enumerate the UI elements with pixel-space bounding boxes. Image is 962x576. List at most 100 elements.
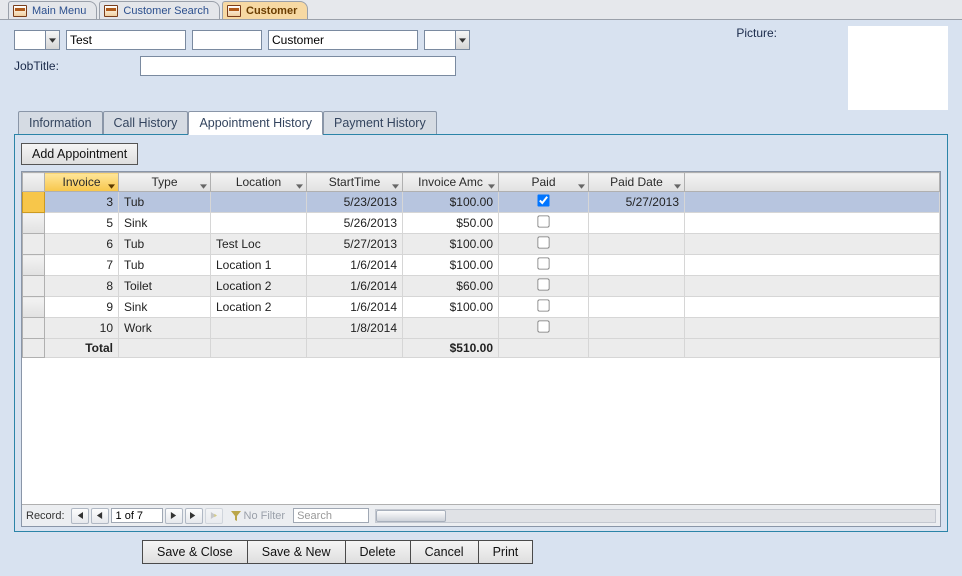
col-invoice-amt[interactable]: Invoice Amc xyxy=(403,173,499,192)
cell-paid[interactable] xyxy=(499,276,589,297)
cell-location[interactable]: Location 1 xyxy=(211,255,307,276)
grid-search-input[interactable] xyxy=(293,508,369,523)
paid-checkbox[interactable] xyxy=(537,299,549,311)
cell-invoice[interactable]: 6 xyxy=(45,234,119,255)
tab-appointment-history[interactable]: Appointment History xyxy=(188,111,323,135)
cell-amount[interactable]: $50.00 xyxy=(403,213,499,234)
paid-checkbox[interactable] xyxy=(537,257,549,269)
cell-invoice[interactable]: 8 xyxy=(45,276,119,297)
row-header[interactable] xyxy=(23,213,45,234)
col-starttime[interactable]: StartTime xyxy=(307,173,403,192)
appointments-grid[interactable]: Invoice Type Location StartTime Invoice … xyxy=(22,172,940,504)
cell-type[interactable]: Toilet xyxy=(119,276,211,297)
cell-location[interactable]: Location 2 xyxy=(211,297,307,318)
cell-paid[interactable] xyxy=(499,192,589,213)
cell-paid[interactable] xyxy=(499,297,589,318)
cell-amount[interactable]: $100.00 xyxy=(403,297,499,318)
suffix-input[interactable] xyxy=(424,30,456,50)
cell-invoice[interactable]: 10 xyxy=(45,318,119,339)
table-row[interactable]: 6TubTest Loc5/27/2013$100.00 xyxy=(23,234,940,255)
table-row[interactable]: 10Work 1/8/2014 xyxy=(23,318,940,339)
title-combo[interactable] xyxy=(14,30,60,50)
doc-tab-customer[interactable]: Customer xyxy=(222,1,308,19)
cell-location[interactable] xyxy=(211,318,307,339)
cell-type[interactable]: Sink xyxy=(119,297,211,318)
cell-type[interactable]: Tub xyxy=(119,192,211,213)
nav-prev-button[interactable] xyxy=(91,508,109,524)
cell-location[interactable]: Test Loc xyxy=(211,234,307,255)
cell-invoice[interactable]: 9 xyxy=(45,297,119,318)
scrollbar-thumb[interactable] xyxy=(376,510,446,522)
col-invoice[interactable]: Invoice xyxy=(45,173,119,192)
row-header[interactable] xyxy=(23,276,45,297)
save-new-button[interactable]: Save & New xyxy=(248,540,346,564)
table-row[interactable]: 7TubLocation 11/6/2014$100.00 xyxy=(23,255,940,276)
table-row[interactable]: 9SinkLocation 21/6/2014$100.00 xyxy=(23,297,940,318)
cell-invoice[interactable]: 3 xyxy=(45,192,119,213)
cell-invoice[interactable]: 7 xyxy=(45,255,119,276)
tab-information[interactable]: Information xyxy=(18,111,103,134)
nav-new-button[interactable] xyxy=(205,508,223,524)
cell-starttime[interactable]: 5/23/2013 xyxy=(307,192,403,213)
table-row[interactable]: 3Tub 5/23/2013$100.00 5/27/2013 xyxy=(23,192,940,213)
cell-location[interactable] xyxy=(211,213,307,234)
doc-tab-main-menu[interactable]: Main Menu xyxy=(8,1,97,19)
cell-location[interactable]: Location 2 xyxy=(211,276,307,297)
nav-last-button[interactable] xyxy=(185,508,203,524)
first-name-input[interactable] xyxy=(66,30,186,50)
cell-starttime[interactable]: 1/6/2014 xyxy=(307,255,403,276)
row-header[interactable] xyxy=(23,192,45,213)
paid-checkbox[interactable] xyxy=(537,215,549,227)
row-header[interactable] xyxy=(23,255,45,276)
last-name-input[interactable] xyxy=(268,30,418,50)
row-header[interactable] xyxy=(23,234,45,255)
row-header[interactable] xyxy=(23,297,45,318)
cell-type[interactable]: Work xyxy=(119,318,211,339)
tab-call-history[interactable]: Call History xyxy=(103,111,189,134)
cell-amount[interactable]: $100.00 xyxy=(403,234,499,255)
cell-paid-date[interactable] xyxy=(589,234,685,255)
col-paid-date[interactable]: Paid Date xyxy=(589,173,685,192)
cell-paid-date[interactable]: 5/27/2013 xyxy=(589,192,685,213)
cell-amount[interactable] xyxy=(403,318,499,339)
paid-checkbox[interactable] xyxy=(537,278,549,290)
cell-starttime[interactable]: 5/26/2013 xyxy=(307,213,403,234)
add-appointment-button[interactable]: Add Appointment xyxy=(21,143,138,165)
cell-paid[interactable] xyxy=(499,255,589,276)
cell-paid-date[interactable] xyxy=(589,297,685,318)
cell-amount[interactable]: $100.00 xyxy=(403,192,499,213)
cell-starttime[interactable]: 1/8/2014 xyxy=(307,318,403,339)
table-row[interactable]: 5Sink5/26/2013$50.00 xyxy=(23,213,940,234)
cell-location[interactable] xyxy=(211,192,307,213)
jobtitle-input[interactable] xyxy=(140,56,456,76)
cell-amount[interactable]: $100.00 xyxy=(403,255,499,276)
chevron-down-icon[interactable] xyxy=(46,30,60,50)
suffix-combo[interactable] xyxy=(424,30,470,50)
record-position[interactable] xyxy=(111,508,163,523)
cell-invoice[interactable]: 5 xyxy=(45,213,119,234)
cell-type[interactable]: Tub xyxy=(119,234,211,255)
cell-paid-date[interactable] xyxy=(589,213,685,234)
cell-paid-date[interactable] xyxy=(589,318,685,339)
print-button[interactable]: Print xyxy=(479,540,534,564)
save-close-button[interactable]: Save & Close xyxy=(142,540,248,564)
nav-first-button[interactable] xyxy=(71,508,89,524)
cell-paid-date[interactable] xyxy=(589,276,685,297)
select-all-rowheader[interactable] xyxy=(23,173,45,192)
cell-starttime[interactable]: 5/27/2013 xyxy=(307,234,403,255)
table-row[interactable]: 8ToiletLocation 21/6/2014$60.00 xyxy=(23,276,940,297)
title-input[interactable] xyxy=(14,30,46,50)
cell-starttime[interactable]: 1/6/2014 xyxy=(307,297,403,318)
cell-amount[interactable]: $60.00 xyxy=(403,276,499,297)
cancel-button[interactable]: Cancel xyxy=(411,540,479,564)
col-paid[interactable]: Paid xyxy=(499,173,589,192)
delete-button[interactable]: Delete xyxy=(346,540,411,564)
paid-checkbox[interactable] xyxy=(537,194,549,206)
cell-paid[interactable] xyxy=(499,318,589,339)
middle-name-input[interactable] xyxy=(192,30,262,50)
no-filter-indicator[interactable]: No Filter xyxy=(231,510,286,522)
col-type[interactable]: Type xyxy=(119,173,211,192)
horizontal-scrollbar[interactable] xyxy=(375,509,936,523)
cell-paid[interactable] xyxy=(499,234,589,255)
picture-box[interactable] xyxy=(848,26,948,110)
